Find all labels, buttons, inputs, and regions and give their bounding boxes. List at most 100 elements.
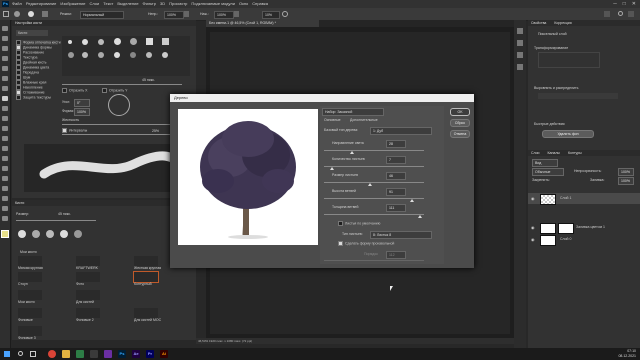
- menu-image[interactable]: Изображение: [60, 1, 85, 7]
- reset-button[interactable]: Сброс: [450, 119, 470, 127]
- recent-brush[interactable]: [18, 230, 26, 238]
- maximize-icon[interactable]: □: [623, 0, 626, 8]
- hardness-slider[interactable]: [62, 124, 182, 125]
- search-icon[interactable]: [618, 11, 623, 16]
- blur-tool-icon[interactable]: [2, 146, 8, 151]
- clock-date[interactable]: 08.12.2021: [618, 354, 636, 359]
- checkbox[interactable]: [16, 95, 21, 100]
- recent-brush[interactable]: [46, 230, 54, 238]
- leaf-type-select[interactable]: 8: Листья 8: [370, 231, 432, 239]
- taskbar-explorer-icon[interactable]: [62, 350, 70, 358]
- checkbox[interactable]: [62, 128, 67, 133]
- brush-tile[interactable]: [18, 308, 42, 318]
- history-brush-tool-icon[interactable]: [2, 116, 8, 121]
- workspace-icon[interactable]: [628, 11, 634, 17]
- adjustments-icon[interactable]: [517, 52, 523, 58]
- taskbar-adobe-app[interactable]: Pr: [146, 350, 154, 358]
- photoshop-logo[interactable]: Ps: [2, 1, 9, 7]
- checkbox[interactable]: [338, 241, 343, 246]
- remove-bg-button[interactable]: Удалить фон: [542, 130, 594, 138]
- preset-select[interactable]: Набор: Заказной: [322, 108, 384, 116]
- brush-tile[interactable]: [134, 256, 158, 266]
- setting-protect-texture[interactable]: Защита текстуры: [16, 95, 58, 100]
- ok-button[interactable]: OK: [450, 108, 470, 116]
- properties-tab[interactable]: Свойства: [531, 20, 546, 26]
- recent-brush[interactable]: [32, 230, 40, 238]
- search-icon[interactable]: [18, 351, 23, 356]
- brush-tip[interactable]: [98, 52, 104, 58]
- pressure-opacity-icon[interactable]: [184, 11, 189, 17]
- param-slider-knob[interactable]: [350, 151, 354, 154]
- param-value[interactable]: 111: [386, 204, 406, 212]
- tab-basic[interactable]: Основные: [324, 118, 341, 122]
- gradient-tool-icon[interactable]: [2, 136, 8, 141]
- brush-tile[interactable]: [76, 272, 100, 282]
- menu-select[interactable]: Выделение: [117, 1, 138, 7]
- paths-tab[interactable]: Контуры: [568, 150, 582, 156]
- quick-select-tool-icon[interactable]: [2, 56, 8, 61]
- recent-brush[interactable]: [74, 230, 82, 238]
- brush-size-slider[interactable]: [62, 84, 182, 85]
- layer-opacity-field[interactable]: 100%: [618, 168, 634, 176]
- brush-tile[interactable]: [76, 308, 100, 318]
- settings-gear-icon[interactable]: [282, 11, 288, 17]
- path-select-tool-icon[interactable]: [2, 186, 8, 191]
- param-slider-knob[interactable]: [410, 199, 414, 202]
- checkbox[interactable]: [102, 88, 107, 93]
- brush-tip[interactable]: [68, 52, 74, 58]
- document-tab[interactable]: Без имени-1 @ 46,5% (Слой 1, RGB/8#) *: [206, 20, 319, 27]
- taskbar-adobe-app[interactable]: Ps: [118, 350, 126, 358]
- brush-tip[interactable]: [68, 40, 72, 44]
- angle-field[interactable]: 0°: [74, 99, 90, 107]
- smoothing-field[interactable]: 10%: [262, 11, 280, 19]
- brush-tile[interactable]: [134, 308, 158, 318]
- visibility-eye-icon[interactable]: ◉: [531, 225, 536, 230]
- param-slider-knob[interactable]: [418, 215, 422, 218]
- brushes-size-slider[interactable]: [16, 220, 96, 221]
- param-value[interactable]: 28: [386, 140, 406, 148]
- swatches-icon[interactable]: [517, 64, 523, 70]
- base-type-select[interactable]: 1: Дуб: [370, 127, 432, 135]
- angle-roundness-preview[interactable]: [108, 94, 130, 116]
- roundness-field[interactable]: 100%: [74, 108, 90, 116]
- task-view-icon[interactable]: [30, 351, 36, 357]
- brush-tile[interactable]: [18, 290, 42, 300]
- menu-help[interactable]: Справка: [252, 1, 268, 7]
- transform-fields[interactable]: [538, 52, 600, 68]
- param-slider-knob[interactable]: [368, 183, 372, 186]
- brush-tip[interactable]: [146, 52, 152, 58]
- brush-tile[interactable]: [18, 326, 42, 336]
- brush-tile[interactable]: [18, 272, 42, 282]
- taskbar-adobe-app[interactable]: Ae: [132, 350, 140, 358]
- menu-window[interactable]: Окно: [239, 1, 248, 7]
- taskbar-app-icon[interactable]: [76, 350, 84, 358]
- pen-tool-icon[interactable]: [2, 166, 8, 171]
- flip-x-checkbox[interactable]: Отразить X: [62, 88, 87, 93]
- brush-preset-picker[interactable]: [28, 11, 34, 17]
- spacing-checkbox[interactable]: Интервалы: [62, 128, 87, 133]
- recent-brush[interactable]: [60, 230, 68, 238]
- move-tool-icon[interactable]: [2, 26, 8, 31]
- checkbox[interactable]: [62, 88, 67, 93]
- param-value[interactable]: 7: [386, 156, 406, 164]
- brush-tile[interactable]: [18, 256, 42, 266]
- brush-tool-icon[interactable]: [14, 11, 20, 17]
- channels-tab[interactable]: Каналы: [548, 150, 560, 156]
- airbrush-icon[interactable]: [234, 11, 239, 17]
- param-value[interactable]: 91: [386, 188, 406, 196]
- arrangement-field[interactable]: 112: [386, 251, 406, 259]
- marquee-tool-icon[interactable]: [2, 36, 8, 41]
- taskbar-app-icon[interactable]: [90, 350, 98, 358]
- layer-row[interactable]: ◉ Заливка цветом 1: [528, 222, 640, 234]
- brush-tip[interactable]: [82, 39, 88, 45]
- menu-text[interactable]: Текст: [103, 1, 113, 7]
- brush-tip[interactable]: [162, 38, 169, 45]
- layer-filter-select[interactable]: Вид: [532, 159, 558, 167]
- close-icon[interactable]: ✕: [632, 0, 636, 8]
- arbitrary-shape-checkbox[interactable]: Сделать форму произвольной: [338, 241, 394, 246]
- param-value[interactable]: 46: [386, 172, 406, 180]
- eyedropper-tool-icon[interactable]: [2, 76, 8, 81]
- cancel-button[interactable]: Отмена: [450, 130, 470, 138]
- brush-tip-grid[interactable]: [62, 36, 190, 76]
- dodge-tool-icon[interactable]: [2, 156, 8, 161]
